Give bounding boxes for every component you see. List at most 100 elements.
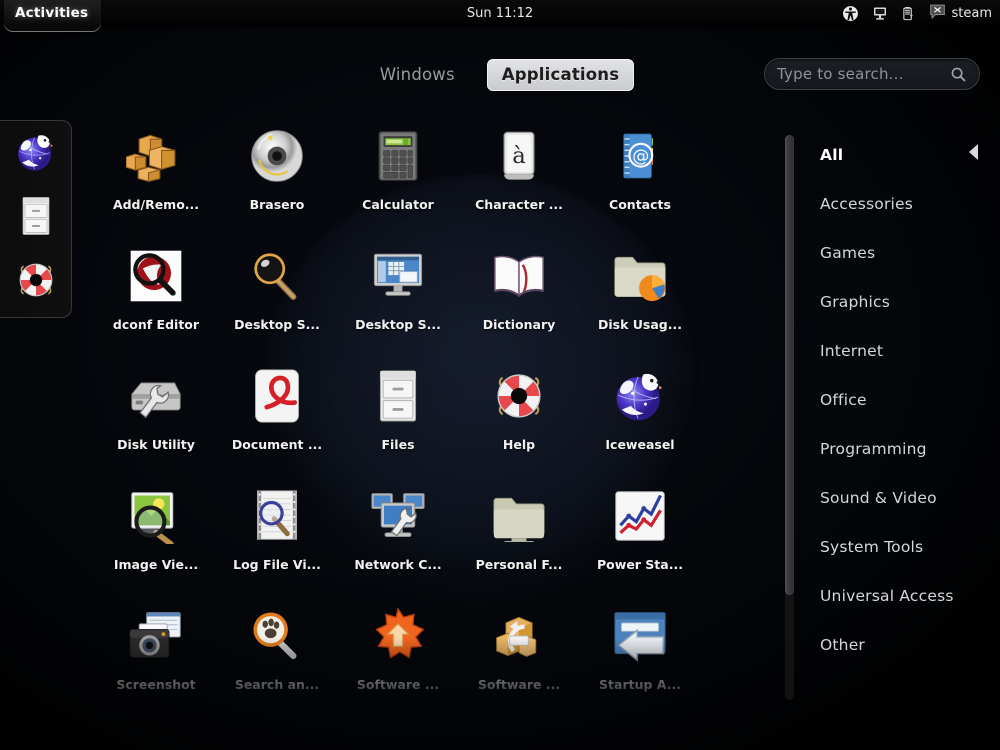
document-viewer-icon xyxy=(245,364,309,428)
app-label: Character ... xyxy=(475,197,563,212)
category-item-all[interactable]: All xyxy=(820,130,1000,179)
dash-favorites xyxy=(0,120,72,318)
app-label: Calculator xyxy=(362,197,434,212)
applications-grid: Add/Remo... Brasero Calculator à Charact… xyxy=(96,110,768,710)
category-item-internet[interactable]: Internet xyxy=(820,326,1000,375)
app-label: Disk Usag... xyxy=(598,317,682,332)
app-item[interactable]: Iceweasel xyxy=(580,350,700,470)
monitor-icon xyxy=(366,244,430,308)
app-item[interactable]: @ Contacts xyxy=(580,110,700,230)
search-icon[interactable] xyxy=(950,66,967,83)
app-label: Software ... xyxy=(356,677,440,692)
app-item[interactable]: Startup A... xyxy=(580,590,700,710)
app-item[interactable]: Disk Usag... xyxy=(580,230,700,350)
app-item[interactable]: Desktop S... xyxy=(338,230,458,350)
app-item[interactable]: Calculator xyxy=(338,110,458,230)
calculator-icon xyxy=(366,124,430,188)
category-label: Games xyxy=(820,243,876,262)
app-label: Disk Utility xyxy=(117,437,195,452)
accessibility-icon[interactable] xyxy=(842,5,859,22)
category-item-system-tools[interactable]: System Tools xyxy=(820,522,1000,571)
app-label: Startup A... xyxy=(599,677,681,692)
app-label: Document ... xyxy=(231,437,323,452)
app-label: Iceweasel xyxy=(605,437,675,452)
app-item[interactable]: à Character ... xyxy=(459,110,579,230)
app-label: dconf Editor xyxy=(112,317,200,332)
app-label: Image Vie... xyxy=(113,557,199,572)
iceweasel-icon xyxy=(608,364,672,428)
file-cabinet-icon xyxy=(366,364,430,428)
category-label: System Tools xyxy=(820,537,924,556)
category-label: Graphics xyxy=(820,292,891,311)
app-item[interactable]: Search an... xyxy=(217,590,337,710)
packages-icon xyxy=(124,124,188,188)
applications-scroll-area[interactable]: Add/Remo... Brasero Calculator à Charact… xyxy=(96,110,768,710)
app-label: Files xyxy=(381,437,415,452)
status-area: steam xyxy=(842,4,993,23)
app-item[interactable]: Image Vie... xyxy=(96,470,216,590)
app-item[interactable]: Power Sta... xyxy=(580,470,700,590)
category-item-other[interactable]: Other xyxy=(820,620,1000,669)
cd-disc-icon xyxy=(245,124,309,188)
dash-item-files[interactable] xyxy=(12,194,60,242)
network-wrench-icon xyxy=(366,484,430,548)
chat-bubble-icon xyxy=(929,4,946,23)
app-item[interactable]: Screenshot xyxy=(96,590,216,710)
app-label: Power Sta... xyxy=(597,557,683,572)
app-item[interactable]: Network C... xyxy=(338,470,458,590)
display-icon[interactable] xyxy=(872,5,888,22)
category-item-accessories[interactable]: Accessories xyxy=(820,179,1000,228)
category-item-programming[interactable]: Programming xyxy=(820,424,1000,473)
package-refresh-icon xyxy=(487,604,551,668)
app-label: Help xyxy=(502,437,536,452)
app-item[interactable]: Document ... xyxy=(217,350,337,470)
activities-label: Activities xyxy=(15,5,89,21)
file-cabinet-icon xyxy=(14,194,58,242)
app-label: Brasero xyxy=(249,197,305,212)
app-item[interactable]: Personal F... xyxy=(459,470,579,590)
activities-button[interactable]: Activities xyxy=(4,0,102,32)
app-item[interactable]: Help xyxy=(459,350,579,470)
tab-windows[interactable]: Windows xyxy=(366,60,469,90)
app-item[interactable]: Software ... xyxy=(338,590,458,710)
app-label: Desktop S... xyxy=(355,317,441,332)
search-input[interactable]: Type to search... xyxy=(764,58,980,90)
category-label: Programming xyxy=(820,439,927,458)
dash-item-help[interactable] xyxy=(12,258,60,306)
app-item[interactable]: Log File Vi... xyxy=(217,470,337,590)
search-placeholder: Type to search... xyxy=(777,65,904,83)
category-label: Office xyxy=(820,390,867,409)
app-item[interactable]: Desktop S... xyxy=(217,230,337,350)
orange-star-update-icon xyxy=(366,604,430,668)
category-label: All xyxy=(820,145,844,164)
category-label: Universal Access xyxy=(820,586,954,605)
clock-label[interactable]: Sun 11:12 xyxy=(467,6,533,21)
category-item-graphics[interactable]: Graphics xyxy=(820,277,1000,326)
app-item[interactable]: Add/Remo... xyxy=(96,110,216,230)
app-item[interactable]: Dictionary xyxy=(459,230,579,350)
magnifier-paw-icon xyxy=(245,604,309,668)
battery-icon[interactable] xyxy=(901,5,916,22)
camera-icon xyxy=(124,604,188,668)
category-scrollbar-thumb[interactable] xyxy=(785,135,794,595)
category-item-office[interactable]: Office xyxy=(820,375,1000,424)
log-magnifier-icon xyxy=(245,484,309,548)
dconf-checkmark-icon xyxy=(124,244,188,308)
svg-text:à: à xyxy=(512,143,526,169)
chart-lines-icon xyxy=(608,484,672,548)
app-item[interactable]: Brasero xyxy=(217,110,337,230)
category-scrollbar[interactable] xyxy=(785,135,794,700)
app-label: Screenshot xyxy=(116,677,196,692)
steam-label: steam xyxy=(951,6,993,21)
app-item[interactable]: dconf Editor xyxy=(96,230,216,350)
category-item-universal-access[interactable]: Universal Access xyxy=(820,571,1000,620)
app-item[interactable]: Files xyxy=(338,350,458,470)
category-item-sound-video[interactable]: Sound & Video xyxy=(820,473,1000,522)
dash-item-iceweasel[interactable] xyxy=(12,130,60,178)
tab-applications[interactable]: Applications xyxy=(486,59,635,91)
steam-menu[interactable]: steam xyxy=(929,4,993,23)
category-item-games[interactable]: Games xyxy=(820,228,1000,277)
app-item[interactable]: Software ... xyxy=(459,590,579,710)
app-item[interactable]: Disk Utility xyxy=(96,350,216,470)
app-label: Dictionary xyxy=(482,317,556,332)
